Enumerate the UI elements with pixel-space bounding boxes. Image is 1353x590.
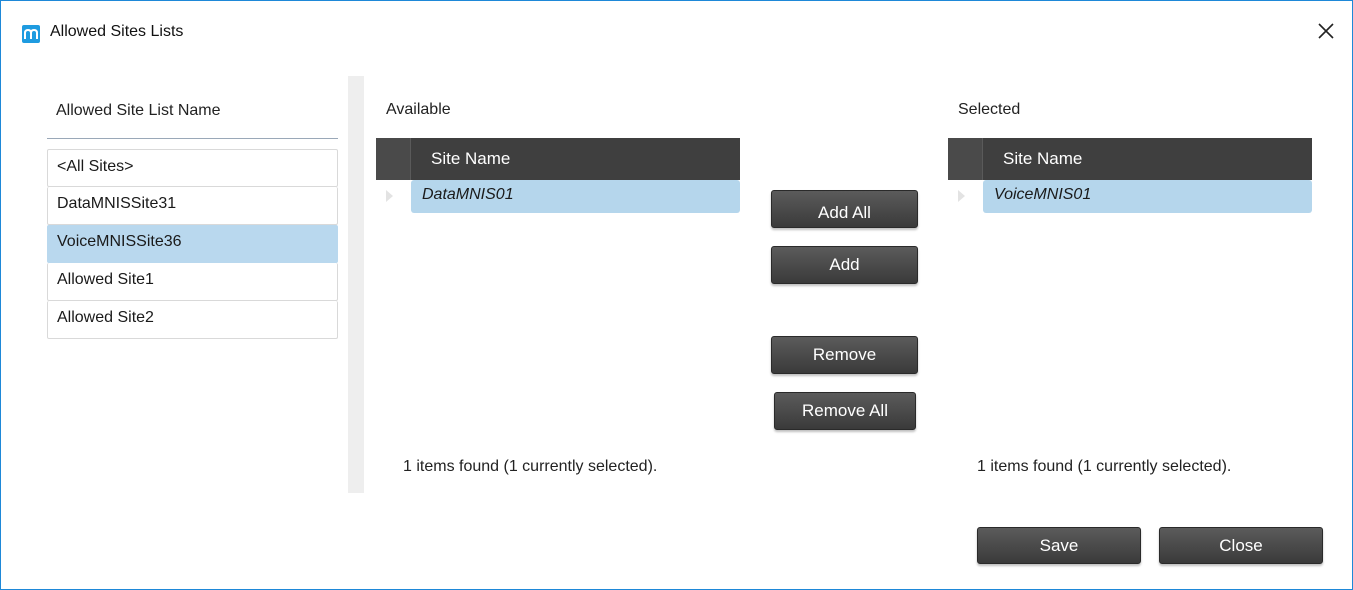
site-list-item[interactable]: Allowed Site2	[47, 301, 338, 339]
row-indicator-icon	[958, 190, 965, 202]
selected-site-cell[interactable]: VoiceMNIS01	[983, 180, 1312, 213]
site-list-item-label: Allowed Site1	[57, 271, 154, 288]
column-header-site-name[interactable]: Site Name	[431, 149, 510, 169]
title-bar: Allowed Sites Lists	[1, 1, 1352, 63]
remove-button[interactable]: Remove	[771, 336, 918, 374]
save-button[interactable]: Save	[977, 527, 1141, 564]
selected-grid-row[interactable]: VoiceMNIS01	[948, 180, 1312, 213]
remove-all-button[interactable]: Remove All	[774, 392, 916, 430]
site-list-header-label: Allowed Site List Name	[56, 102, 221, 119]
available-label: Available	[386, 101, 451, 118]
allowed-site-list: <All Sites> DataMNISSite31 VoiceMNISSite…	[47, 149, 338, 339]
site-list-item-selected[interactable]: VoiceMNISSite36	[47, 225, 338, 263]
site-list-item[interactable]: <All Sites>	[47, 149, 338, 187]
close-button[interactable]: Close	[1159, 527, 1323, 564]
column-header-site-name[interactable]: Site Name	[1003, 149, 1082, 169]
site-list-item-label: VoiceMNISSite36	[57, 233, 182, 250]
window-title: Allowed Sites Lists	[50, 23, 184, 40]
available-grid-header: Site Name	[376, 138, 740, 180]
dialog-window: Allowed Sites Lists Allowed Site List Na…	[0, 0, 1353, 590]
add-button[interactable]: Add	[771, 246, 918, 284]
site-list-item-label: Allowed Site2	[57, 309, 154, 326]
selected-count: 1 items found (1 currently selected).	[977, 458, 1232, 475]
add-all-button[interactable]: Add All	[771, 190, 918, 228]
close-icon[interactable]	[1314, 19, 1338, 43]
app-logo-icon	[22, 25, 40, 43]
site-list-item-label: <All Sites>	[57, 158, 134, 175]
site-list-item[interactable]: DataMNISSite31	[47, 187, 338, 225]
available-site-cell[interactable]: DataMNIS01	[411, 180, 740, 213]
splitter[interactable]	[348, 76, 364, 493]
row-header-stub	[376, 138, 411, 180]
selected-grid-header: Site Name	[948, 138, 1312, 180]
row-indicator-icon	[386, 190, 393, 202]
site-list-header: Allowed Site List Name	[47, 93, 338, 139]
selected-label: Selected	[958, 101, 1021, 118]
available-count: 1 items found (1 currently selected).	[403, 458, 658, 475]
site-list-item-label: DataMNISSite31	[57, 195, 177, 212]
site-list-item[interactable]: Allowed Site1	[47, 263, 338, 301]
row-header-stub	[948, 138, 983, 180]
available-grid-row[interactable]: DataMNIS01	[376, 180, 740, 213]
